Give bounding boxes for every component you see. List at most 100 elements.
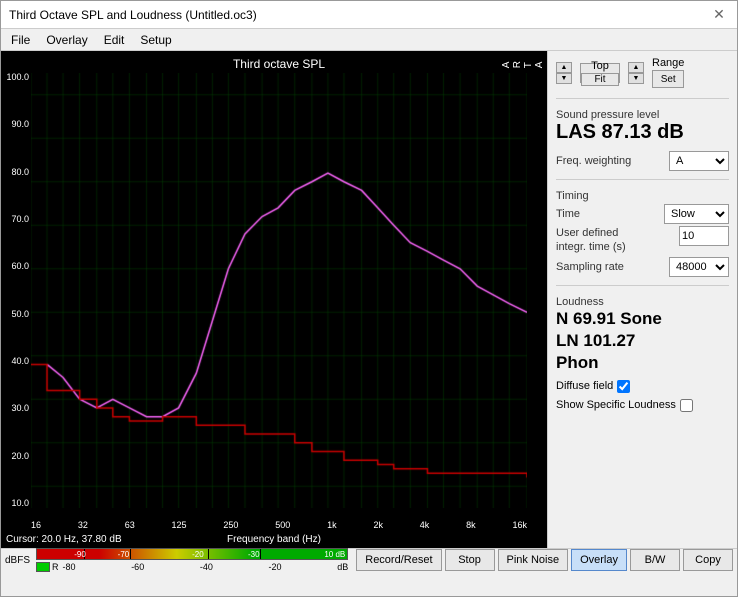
- y-label-40: 40.0: [11, 357, 29, 366]
- record-reset-button[interactable]: Record/Reset: [356, 549, 441, 571]
- freq-weighting-row: Freq. weighting A B C Z: [556, 151, 729, 171]
- dbfs-label: dBFS: [5, 555, 30, 566]
- level-meter-container: -90 -70 -20 -30 10 dB R -80 -60 -40 -20: [36, 547, 348, 573]
- x-125: 125: [172, 520, 187, 530]
- green-r-indicator: [36, 562, 50, 572]
- tick-label-90: -90: [74, 550, 86, 559]
- top-spinner: ▲ ▼: [556, 62, 572, 84]
- y-label-100: 100.0: [6, 73, 29, 82]
- x-8k: 8k: [466, 520, 476, 530]
- diffuse-field-label: Diffuse field: [556, 380, 613, 392]
- title-bar: Third Octave SPL and Loudness (Untitled.…: [1, 1, 737, 29]
- x-16: 16: [31, 520, 41, 530]
- user-integ-input[interactable]: [679, 226, 729, 246]
- divider-3: [556, 285, 729, 286]
- tick-label-20: -20: [192, 550, 204, 559]
- buttons-group: Record/Reset Stop Pink Noise Overlay B/W…: [356, 549, 733, 571]
- divider-1: [556, 98, 729, 99]
- phon-value: Phon: [556, 352, 729, 374]
- arta-label: A R T A: [501, 61, 545, 68]
- cursor-info: Cursor: 20.0 Hz, 37.80 dB: [6, 534, 122, 545]
- copy-button[interactable]: Copy: [683, 549, 733, 571]
- fit-button[interactable]: Fit: [581, 73, 619, 86]
- tick-3: [208, 549, 209, 559]
- main-content: Third octave SPL A R T A 100.0 90.0 80.0…: [1, 51, 737, 548]
- y-label-10: 10.0: [11, 499, 29, 508]
- set-button[interactable]: Set: [652, 70, 684, 88]
- x-1k: 1k: [327, 520, 337, 530]
- time-select[interactable]: Slow Fast Impulse: [664, 204, 729, 224]
- level-bar-outer: -90 -70 -20 -30 10 dB: [36, 547, 348, 561]
- close-button[interactable]: ✕: [709, 5, 729, 25]
- menu-edit[interactable]: Edit: [98, 31, 131, 49]
- sampling-row: Sampling rate 44100 48000 96000: [556, 257, 729, 277]
- show-specific-checkbox[interactable]: [680, 399, 693, 412]
- overlay-button[interactable]: Overlay: [571, 549, 627, 571]
- timing-label: Timing: [556, 190, 729, 202]
- spl-section-label: Sound pressure level: [556, 109, 729, 121]
- tick-4: [260, 549, 261, 559]
- y-label-30: 30.0: [11, 404, 29, 413]
- spl-section: Sound pressure level LAS 87.13 dB: [556, 107, 729, 143]
- bw-button[interactable]: B/W: [630, 549, 680, 571]
- scale-neg40: -40: [200, 562, 213, 572]
- x-axis: 16 32 63 125 250 500 1k 2k 4k 8k 16k: [31, 520, 527, 530]
- timing-section: Timing Time Slow Fast Impulse User defin…: [556, 188, 729, 277]
- show-specific-row: Show Specific Loudness: [556, 399, 729, 412]
- dbfs-scale-row: R -80 -60 -40 -20 dB: [36, 561, 348, 573]
- y-label-20: 20.0: [11, 452, 29, 461]
- freq-weighting-select[interactable]: A B C Z: [669, 151, 729, 171]
- scale-db: dB: [337, 562, 348, 572]
- top-label: Top: [591, 60, 609, 72]
- spl-value: LAS 87.13 dB: [556, 121, 729, 143]
- dbfs-row: dBFS -90 -70 -20 -30 10: [1, 549, 737, 571]
- bottom-area: dBFS -90 -70 -20 -30 10: [1, 548, 737, 596]
- menu-bar: File Overlay Edit Setup: [1, 29, 737, 51]
- top-fit-button[interactable]: Top Fit: [580, 63, 620, 83]
- y-label-90: 90.0: [11, 120, 29, 129]
- range-down-button[interactable]: ▼: [628, 73, 644, 84]
- show-specific-label: Show Specific Loudness: [556, 399, 676, 411]
- chart-canvas: [31, 73, 527, 508]
- stop-button[interactable]: Stop: [445, 549, 495, 571]
- scale-neg80: -80: [63, 562, 76, 572]
- tick-2: [130, 549, 131, 559]
- y-axis: 100.0 90.0 80.0 70.0 60.0 50.0 40.0 30.0…: [1, 73, 31, 508]
- loudness-section: Loudness N 69.91 Sone LN 101.27 Phon: [556, 294, 729, 374]
- sampling-label: Sampling rate: [556, 261, 624, 273]
- scale-neg20: -20: [269, 562, 282, 572]
- scale-neg60: -60: [131, 562, 144, 572]
- menu-overlay[interactable]: Overlay: [40, 31, 93, 49]
- pink-noise-button[interactable]: Pink Noise: [498, 549, 569, 571]
- x-63: 63: [125, 520, 135, 530]
- right-panel: ▲ ▼ Top Fit ▲ ▼ Range Set: [547, 51, 737, 548]
- x-250: 250: [223, 520, 238, 530]
- chart-title: Third octave SPL: [1, 53, 527, 73]
- loudness-label: Loudness: [556, 296, 729, 308]
- sampling-select[interactable]: 44100 48000 96000: [669, 257, 729, 277]
- menu-setup[interactable]: Setup: [134, 31, 177, 49]
- top-up-button[interactable]: ▲: [556, 62, 572, 73]
- freq-weighting-label: Freq. weighting: [556, 155, 631, 167]
- x-32: 32: [78, 520, 88, 530]
- user-integ-label: User definedintegr. time (s): [556, 226, 626, 255]
- user-integ-row: User definedintegr. time (s): [556, 226, 729, 255]
- divider-2: [556, 179, 729, 180]
- time-label: Time: [556, 208, 580, 220]
- diffuse-field-checkbox[interactable]: [617, 380, 630, 393]
- menu-file[interactable]: File: [5, 31, 36, 49]
- x-16k: 16k: [512, 520, 527, 530]
- range-up-button[interactable]: ▲: [628, 62, 644, 73]
- main-window: Third Octave SPL and Loudness (Untitled.…: [0, 0, 738, 597]
- level-bar: -90 -70 -20 -30 10 dB: [36, 548, 348, 560]
- ln-value: LN 101.27: [556, 330, 729, 352]
- tick-label-70: -70: [118, 550, 130, 559]
- window-title: Third Octave SPL and Loudness (Untitled.…: [9, 8, 257, 22]
- y-label-50: 50.0: [11, 310, 29, 319]
- tick-label-10db: 10 dB: [324, 550, 345, 559]
- y-label-70: 70.0: [11, 215, 29, 224]
- dbfs-scale: -80 -60 -40 -20 dB: [63, 562, 349, 572]
- top-controls-row: ▲ ▼ Top Fit ▲ ▼ Range Set: [556, 57, 729, 88]
- freq-band-label: Frequency band (Hz): [227, 534, 321, 545]
- top-down-button[interactable]: ▼: [556, 73, 572, 84]
